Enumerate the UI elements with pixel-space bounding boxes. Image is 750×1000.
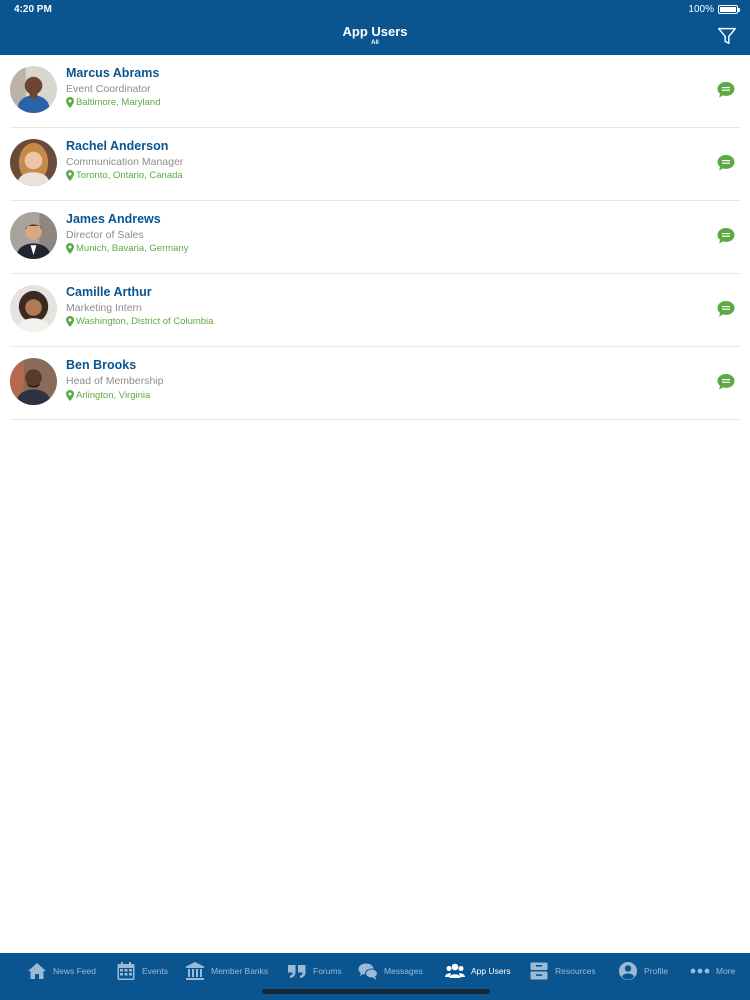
location-text: Washington, District of Columbia [76,316,214,327]
app-header: 4:20 PM 100% App Users All [0,0,750,55]
tab-forums[interactable]: Forums [287,961,342,981]
avatar [10,66,57,113]
quote-icon [288,965,306,978]
location-pin-icon [66,97,74,108]
user-row[interactable]: Rachel Anderson Communication Manager To… [10,128,740,201]
chat-bubbles-icon [358,963,378,980]
tab-label: Messages [384,966,423,976]
user-location: Arlington, Virginia [66,390,150,401]
status-battery: 100% [688,4,740,15]
location-text: Toronto, Ontario, Canada [76,170,183,181]
message-user-button[interactable] [716,153,736,173]
user-role: Communication Manager [66,156,184,168]
tab-profile[interactable]: Profile [618,961,668,981]
bank-icon [186,962,204,980]
message-user-button[interactable] [716,299,736,319]
tab-messages[interactable]: Messages [358,961,423,981]
avatar [10,358,57,405]
user-role: Event Coordinator [66,83,151,95]
user-location: Munich, Bavaria, Germany [66,243,188,254]
user-row[interactable]: James Andrews Director of Sales Munich, … [10,201,740,274]
tab-label: Events [142,966,168,976]
user-location: Washington, District of Columbia [66,316,213,327]
user-row[interactable]: Marcus Abrams Event Coordinator Baltimor… [10,55,740,128]
chat-bubble-icon [717,374,735,390]
message-user-button[interactable] [716,226,736,246]
avatar [10,139,57,186]
tab-label: Profile [644,966,669,976]
page-title: App Users [342,24,408,39]
home-icon [28,963,46,979]
chat-bubble-icon [717,82,735,98]
filter-button[interactable] [716,25,738,47]
message-user-button[interactable] [716,372,736,392]
avatar [10,285,57,332]
user-name[interactable]: Ben Brooks [66,358,136,372]
user-list: Marcus Abrams Event Coordinator Baltimor… [0,55,750,420]
tab-news-feed[interactable]: News Feed [27,961,96,981]
battery-percent: 100% [688,4,714,15]
location-text: Arlington, Virginia [76,390,151,401]
tab-label: Member Banks [211,966,269,976]
archive-icon [530,962,548,980]
chat-bubble-icon [717,155,735,171]
users-icon [445,963,465,978]
user-role: Director of Sales [66,229,144,241]
location-text: Baltimore, Maryland [76,97,161,108]
home-indicator[interactable] [262,989,490,994]
tab-events[interactable]: Events [116,961,168,981]
profile-icon [619,962,637,980]
user-role: Marketing Intern [66,302,142,314]
user-name[interactable]: Rachel Anderson [66,139,168,153]
user-name[interactable]: Camille Arthur [66,285,152,299]
tab-more[interactable]: More [690,961,735,981]
location-pin-icon [66,316,74,327]
status-time: 4:20 PM [14,4,52,15]
more-icon [690,968,710,974]
tab-label: Resources [555,966,596,976]
chat-bubble-icon [717,301,735,317]
user-name[interactable]: James Andrews [66,212,161,226]
user-name[interactable]: Marcus Abrams [66,66,159,80]
chat-bubble-icon [717,228,735,244]
page-subtitle: All [371,40,379,46]
tab-label: App Users [471,966,511,976]
location-text: Munich, Bavaria, Germany [76,243,189,254]
location-pin-icon [66,243,74,254]
tab-resources[interactable]: Resources [529,961,596,981]
tab-label: More [716,966,736,976]
battery-icon [718,5,740,14]
location-pin-icon [66,170,74,181]
location-pin-icon [66,390,74,401]
tab-member-banks[interactable]: Member Banks [185,961,268,981]
calendar-icon [117,962,135,980]
message-user-button[interactable] [716,80,736,100]
title-block: App Users All [0,24,750,46]
user-location: Toronto, Ontario, Canada [66,170,183,181]
tab-label: Forums [313,966,342,976]
avatar [10,212,57,259]
filter-icon [718,27,736,45]
user-row[interactable]: Ben Brooks Head of Membership Arlington,… [10,347,740,420]
user-location: Baltimore, Maryland [66,97,160,108]
user-role: Head of Membership [66,375,164,387]
tab-app-users[interactable]: App Users [445,961,511,981]
user-row[interactable]: Camille Arthur Marketing Intern Washingt… [10,274,740,347]
tab-label: News Feed [53,966,96,976]
